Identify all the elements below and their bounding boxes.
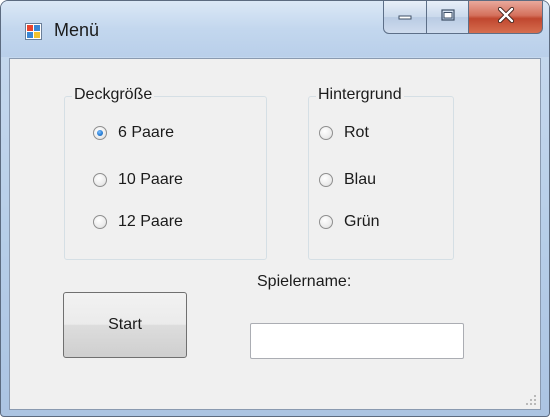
radio-unchecked-icon[interactable] [319, 215, 333, 229]
start-button[interactable]: Start [63, 292, 187, 358]
deck-size-group-title: Deckgröße [72, 86, 155, 104]
radio-unchecked-icon[interactable] [93, 173, 107, 187]
background-option-label: Rot [344, 124, 369, 141]
title-bar[interactable]: Menü [1, 1, 549, 57]
resize-grip-icon[interactable] [524, 393, 538, 407]
radio-unchecked-icon[interactable] [93, 215, 107, 229]
deck-size-option-6[interactable]: 6 Paare [93, 124, 174, 142]
minimize-icon [398, 8, 412, 26]
radio-checked-icon[interactable] [93, 126, 107, 140]
deck-size-option-10[interactable]: 10 Paare [93, 171, 183, 189]
minimize-button[interactable] [383, 1, 427, 34]
caption-buttons [383, 1, 543, 35]
background-option-red[interactable]: Rot [319, 124, 369, 142]
radio-unchecked-icon[interactable] [319, 173, 333, 187]
maximize-icon [440, 8, 455, 26]
maximize-button[interactable] [427, 1, 469, 34]
deck-size-option-label: 12 Paare [118, 213, 183, 230]
deck-size-option-12[interactable]: 12 Paare [93, 213, 183, 231]
window-frame: Menü Deckgröße 6 Paare 10 Paare 12 Paare… [0, 0, 550, 417]
background-option-label: Blau [344, 171, 377, 188]
player-name-label: Spielername: [257, 273, 352, 290]
background-group-title: Hintergrund [316, 86, 404, 104]
close-icon [497, 6, 515, 28]
background-groupbox: Hintergrund Rot Blau Grün [308, 86, 454, 260]
radio-unchecked-icon[interactable] [319, 126, 333, 140]
deck-size-option-label: 10 Paare [118, 171, 183, 188]
background-option-blue[interactable]: Blau [319, 171, 376, 189]
form-icon [25, 23, 42, 40]
background-option-green[interactable]: Grün [319, 213, 380, 231]
window-title: Menü [54, 20, 100, 40]
form-client-area: Deckgröße 6 Paare 10 Paare 12 Paare Hint… [9, 58, 541, 410]
close-button[interactable] [469, 1, 543, 34]
background-option-label: Grün [344, 213, 380, 230]
deck-size-groupbox: Deckgröße 6 Paare 10 Paare 12 Paare [64, 86, 267, 260]
deck-size-option-label: 6 Paare [118, 124, 175, 141]
player-name-input[interactable] [250, 323, 464, 359]
